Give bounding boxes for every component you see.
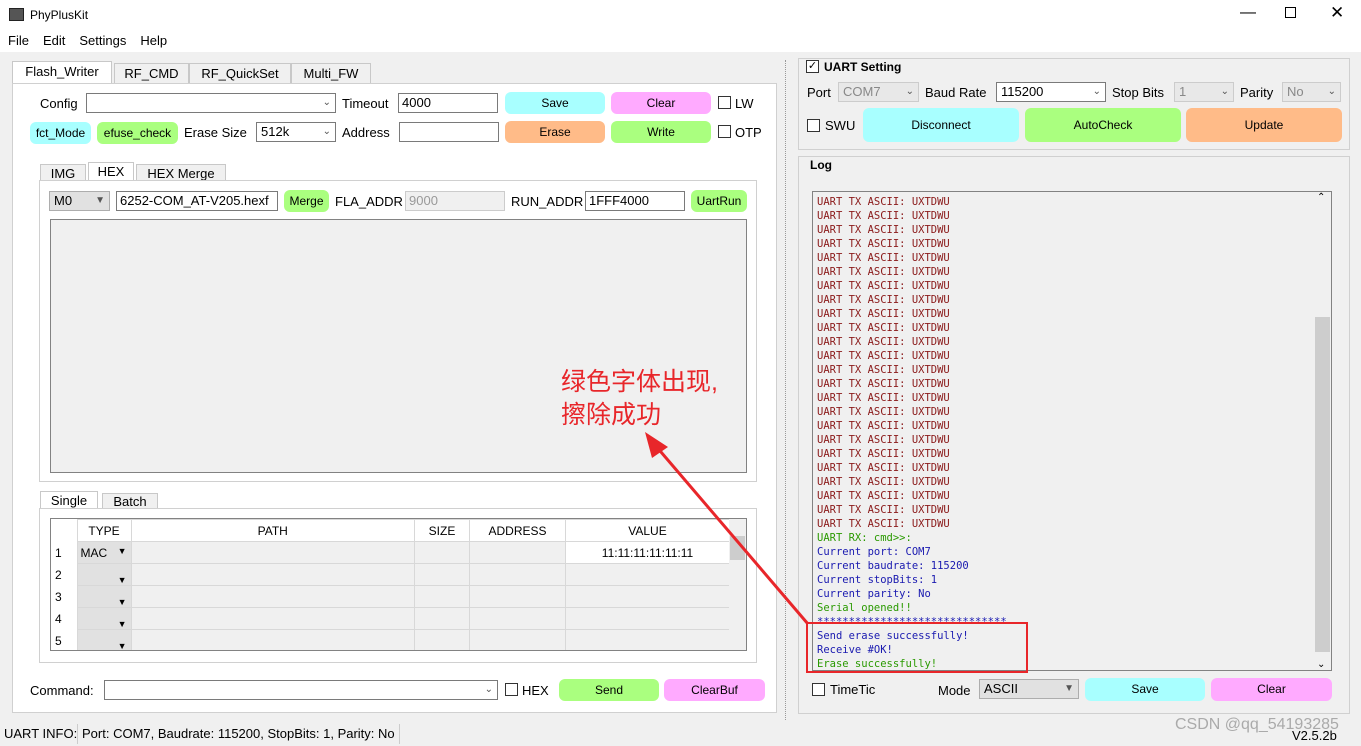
annotation-arrow [645,432,810,625]
watermark: CSDN @qq_54193285 [1175,716,1339,733]
